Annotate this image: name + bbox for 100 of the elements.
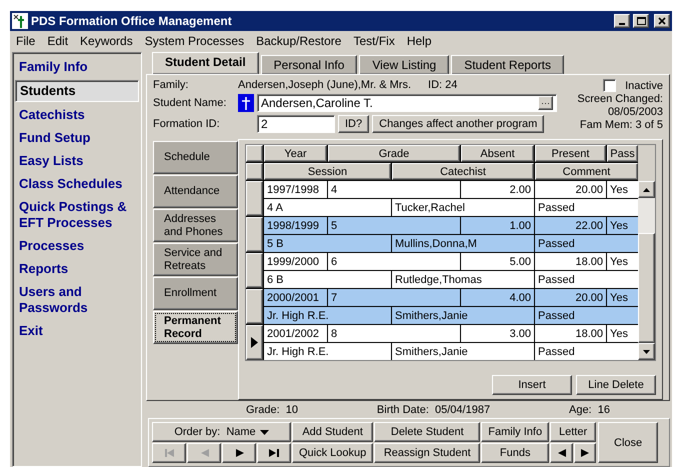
side-tab[interactable]: Attendance [153,175,238,208]
changes-button[interactable]: Changes affect another program [372,115,544,133]
table-cell: 22.00 [535,217,606,234]
sidebar-item[interactable]: Fund Setup [15,128,139,148]
menu-item[interactable]: Keywords [80,34,133,49]
close-icon [658,17,666,25]
nav-button[interactable] [257,443,291,463]
table-cell: 6 B [264,271,391,288]
sidebar-item[interactable]: Exit [15,321,139,341]
toolbar-button[interactable]: Letter [550,422,596,442]
down-arrow-icon [643,350,650,354]
previous-button[interactable] [550,443,573,463]
table-cell: 7 [328,289,460,306]
table-cell: 4 A [264,199,391,216]
scroll-down-button[interactable] [638,343,655,360]
row-selector[interactable] [246,253,263,288]
student-name-field[interactable]: Andersen,Caroline T. ··· [257,94,557,112]
tab[interactable]: Student Reports [451,55,564,74]
table-cell: Mullins,Donna,M [392,235,534,252]
menu-item[interactable]: File [16,34,36,49]
table-cell: 2000/2001 [264,289,327,306]
cross-icon[interactable] [238,94,254,112]
side-tab[interactable]: Service and Retreats [153,243,238,276]
table-cell: 2001/2002 [264,325,327,342]
browse-button[interactable]: ··· [538,96,553,110]
formation-id-field[interactable]: 2 [257,115,335,133]
next-button[interactable] [574,443,596,463]
left-icon [556,448,567,458]
table-cell: Passed [535,199,638,216]
side-tab[interactable]: Permanent Record [153,311,238,344]
table-cell: Smithers,Janie [392,307,534,324]
toolbar-button[interactable]: Delete Student [374,422,480,442]
menu-item[interactable]: System Processes [144,34,244,49]
side-tab[interactable]: Schedule [153,141,238,174]
menu-item[interactable]: Help [406,34,432,49]
toolbar-button[interactable]: Family Info [481,422,550,442]
sidebar-item[interactable]: Quick Postings & EFT Processes [15,197,139,233]
table-cell: Yes [607,289,638,306]
menu-item[interactable]: Backup/Restore [256,34,342,49]
sidebar-item[interactable]: Users and Passwords [15,282,139,318]
table-cell: Passed [535,343,638,360]
table-cell: Passed [535,307,638,324]
sidebar-item[interactable]: Catechists [15,105,139,125]
row-selector[interactable] [246,217,263,252]
side-tab[interactable]: Addresses and Phones [153,209,238,242]
row-selector[interactable] [246,181,263,216]
order-by-dropdown[interactable]: Order by: Name [152,422,291,442]
toolbar-button[interactable]: Add Student [292,422,374,442]
summary-text: Grade: 10 [246,404,298,416]
tab[interactable]: Personal Info [260,55,358,74]
sidebar-item[interactable]: Reports [15,259,139,279]
line-delete-button[interactable]: Line Delete [576,375,656,395]
sidebar-item[interactable]: Family Info [15,57,139,77]
column-header: Catechist [392,163,534,180]
close-button[interactable] [654,14,670,28]
table-cell: Yes [607,325,638,342]
column-header: Present [535,145,606,162]
menu-item[interactable]: Edit [47,34,68,49]
summary-text: Birth Date: 05/04/1987 [376,404,490,416]
row-header [246,163,263,180]
family-member-count: Fam Mem: 3 of 5 [580,119,663,131]
table-cell: 5 B [264,235,391,252]
minimize-button[interactable] [614,14,630,28]
right-icon [579,448,590,458]
column-header: Year [264,145,327,162]
table-cell: 20.00 [535,181,606,198]
sidebar-item[interactable]: Easy Lists [15,151,139,171]
field-label: Student Name: [153,97,228,109]
table-cell: Jr. High R.E. [264,307,391,324]
side-tab[interactable]: Enrollment [153,277,238,310]
scroll-thumb[interactable] [638,233,655,343]
close-window-button[interactable]: Close [598,422,658,463]
scroll-up-button[interactable] [638,181,655,198]
toolbar-button[interactable]: Funds [481,443,550,463]
nav-button[interactable] [222,443,256,463]
table-cell: 4 [328,181,460,198]
table-cell: 1.00 [461,217,534,234]
table-cell: Passed [535,271,638,288]
table-cell: Rutledge,Thomas [392,271,534,288]
tab[interactable]: Student Detail [152,52,259,74]
maximize-button[interactable] [633,14,649,28]
table-cell: Smithers,Janie [392,343,534,360]
sidebar-item[interactable]: Students [15,80,139,102]
menu-item[interactable]: Test/Fix [353,34,395,49]
right-icon [234,448,244,458]
row-selector[interactable] [246,325,263,360]
tab[interactable]: View Listing [359,55,450,74]
row-selector[interactable] [246,289,263,324]
scrollbar[interactable] [638,181,655,360]
table-cell: 3.00 [461,325,534,342]
id-button[interactable]: ID? [338,115,370,133]
table-cell: Passed [535,235,638,252]
skip-left-icon [164,448,174,458]
toolbar-button[interactable]: Reassign Student [374,443,480,463]
table-cell: 8 [328,325,460,342]
sidebar-item[interactable]: Class Schedules [15,174,139,194]
toolbar-button[interactable]: Quick Lookup [292,443,374,463]
sidebar-item[interactable]: Processes [15,236,139,256]
table-cell: 5.00 [461,253,534,270]
insert-button[interactable]: Insert [492,375,572,395]
